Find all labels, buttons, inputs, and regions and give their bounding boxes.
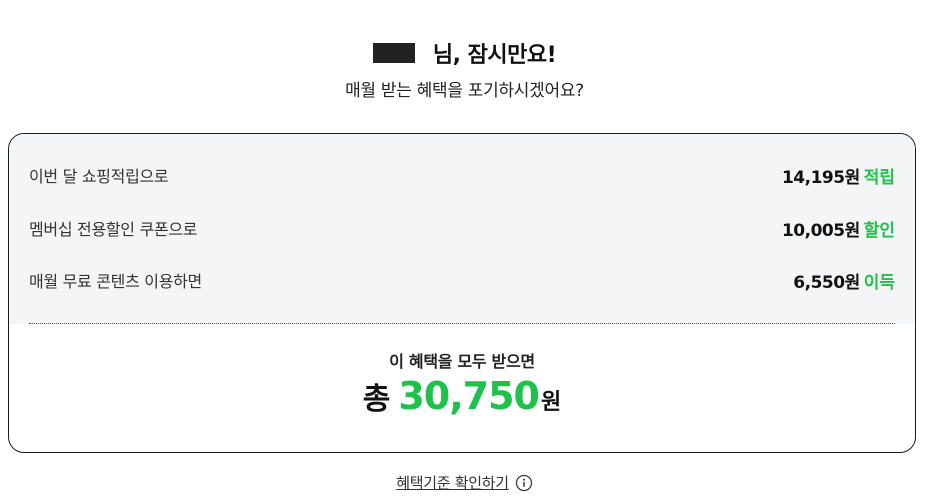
benefit-suffix: 적립: [863, 167, 895, 188]
info-icon[interactable]: [515, 474, 533, 492]
benefit-list: 이번 달 쇼핑적립으로 14,195원 적립 멤버십 전용할인 쿠폰으로 10,0…: [9, 134, 915, 324]
benefit-amount-group: 6,550원 이득: [793, 268, 895, 293]
header: 님, 잠시만요! 매월 받는 혜택을 포기하시겠어요?: [0, 36, 929, 101]
subtitle: 매월 받는 혜택을 포기하시겠어요?: [345, 81, 584, 101]
greeting: 님, 잠시만요!: [0, 36, 929, 70]
benefit-label: 매월 무료 콘텐츠 이용하면: [29, 272, 202, 291]
total-line: 총 30,750 원: [9, 374, 915, 418]
benefit-suffix: 할인: [863, 220, 895, 241]
benefit-value: 6,550원: [793, 272, 860, 293]
benefit-row-content: 매월 무료 콘텐츠 이용하면 6,550원 이득: [29, 267, 895, 293]
benefit-retention-page: 님, 잠시만요! 매월 받는 혜택을 포기하시겠어요? 이번 달 쇼핑적립으로 …: [0, 0, 929, 498]
benefit-value: 10,005원: [781, 220, 860, 241]
benefit-criteria-label[interactable]: 혜택기준 확인하기: [396, 472, 509, 493]
benefit-row-shopping: 이번 달 쇼핑적립으로 14,195원 적립: [29, 162, 895, 188]
benefit-criteria-link[interactable]: 혜택기준 확인하기: [0, 472, 929, 493]
total-unit: 원: [541, 390, 562, 415]
total-amount: 30,750: [398, 374, 540, 418]
benefit-amount-group: 14,195원 적립: [782, 163, 895, 188]
benefit-value: 14,195원: [781, 167, 860, 188]
redacted-username: [372, 43, 415, 63]
benefit-suffix: 이득: [863, 272, 895, 293]
total-caption: 이 혜택을 모두 받으면: [389, 352, 535, 371]
total-section: 이 혜택을 모두 받으면 총 30,750 원: [9, 324, 915, 452]
greeting-text: 님, 잠시만요!: [432, 43, 557, 68]
benefit-amount-group: 10,005원 할인: [782, 216, 895, 241]
benefit-label: 멤버십 전용할인 쿠폰으로: [29, 220, 198, 239]
benefit-label: 이번 달 쇼핑적립으로: [29, 167, 169, 186]
total-prefix: 총: [362, 382, 391, 417]
benefit-row-coupon: 멤버십 전용할인 쿠폰으로 10,005원 할인: [29, 215, 895, 241]
benefit-card: 이번 달 쇼핑적립으로 14,195원 적립 멤버십 전용할인 쿠폰으로 10,0…: [8, 133, 916, 453]
